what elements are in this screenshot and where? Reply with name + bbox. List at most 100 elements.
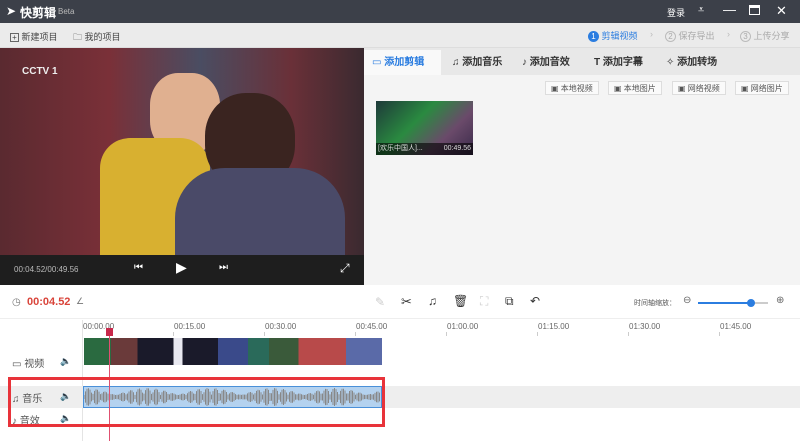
local-video-button[interactable]: ▣ 本地视频: [545, 81, 599, 95]
bell-icon[interactable]: ♫: [428, 294, 437, 308]
video-frame: CCTV 1: [0, 48, 364, 255]
menu-icon[interactable]: ⩡: [698, 4, 704, 17]
edit-time-icon[interactable]: ∠: [76, 296, 84, 307]
tab-label: 添加音乐: [462, 57, 503, 68]
media-clip-thumbnail[interactable]: [欢乐中国人]... 00:49.56: [376, 101, 473, 155]
my-projects-label: 我的项目: [84, 32, 121, 42]
crop-icon[interactable]: ⛶: [480, 294, 488, 309]
image-file-icon: ▣: [614, 84, 622, 93]
tab-add-subtitle[interactable]: T 添加字幕: [586, 50, 643, 75]
transition-icon: ✧: [666, 57, 675, 68]
zoom-slider-handle[interactable]: [746, 299, 755, 307]
online-video-button[interactable]: ▣ 网络视频: [672, 81, 726, 95]
tab-add-music[interactable]: ♫ 添加音乐: [444, 50, 502, 75]
copy-icon[interactable]: ⧉: [505, 294, 514, 309]
ruler-tick: 00:45.00: [356, 322, 388, 331]
online-image-button[interactable]: ▣ 网络图片: [735, 81, 789, 95]
new-project-button[interactable]: + 新建项目: [10, 30, 58, 43]
tab-add-clip[interactable]: ▭ 添加剪辑: [364, 50, 441, 75]
minimize-button[interactable]: —: [723, 2, 736, 17]
timeline-ruler[interactable]: 00:00.00 00:15.00 00:30.00 00:45.00 01:00.00…: [0, 320, 800, 336]
my-projects-button[interactable]: 🗀 我的项目: [73, 30, 121, 46]
scissors-icon[interactable]: ✂: [401, 294, 412, 310]
video-track-label: ▭ 视频: [12, 355, 44, 370]
button-label: 本地图片: [623, 84, 656, 93]
previous-frame-button[interactable]: ⏮: [134, 262, 143, 273]
beta-badge: Beta: [58, 7, 75, 16]
chevron-right-icon: ›: [650, 29, 653, 39]
fullscreen-button[interactable]: ⤢: [340, 261, 350, 276]
step-label: 剪辑视频: [601, 31, 638, 41]
ruler-tick: 00:30.00: [265, 322, 297, 331]
pencil-icon[interactable]: ✎: [375, 295, 385, 309]
play-button[interactable]: ▶: [176, 259, 187, 276]
channel-logo: CCTV 1: [22, 66, 58, 77]
next-frame-button[interactable]: ⏭: [219, 262, 228, 273]
speaker-icon[interactable]: 🔈: [60, 356, 71, 367]
step-1: 1 剪辑视频: [588, 29, 638, 42]
tab-label: 添加音效: [529, 57, 570, 68]
media-panel: ▭ 添加剪辑 ♫ 添加音乐 ♪ 添加音效 T 添加字幕 ✧ 添加转场 ▣ 本地视…: [364, 48, 800, 285]
zoom-in-button[interactable]: ⊕: [776, 295, 784, 306]
chevron-right-icon: ›: [727, 29, 730, 39]
tab-label: 添加剪辑: [384, 57, 425, 68]
clip-caption: [欢乐中国人]... 00:49.56: [376, 143, 473, 155]
clip-name: [欢乐中国人]...: [378, 145, 423, 152]
tab-add-sound-effect[interactable]: ♪ 添加音效: [514, 50, 570, 75]
new-project-label: 新建项目: [21, 32, 58, 42]
ruler-tick: 01:30.00: [629, 322, 661, 331]
step-number: 1: [588, 31, 599, 42]
sound-effect-icon: ♪: [522, 57, 527, 68]
tab-add-transition[interactable]: ✧ 添加转场: [658, 50, 717, 75]
logo-icon: ➤: [6, 4, 17, 18]
player-controls: 00:04.52/00:49.56 ⏮ ▶ ⏭ ⤢: [0, 255, 364, 285]
step-3: 3 上传分享: [740, 29, 790, 42]
video-clip[interactable]: [84, 338, 382, 365]
video-preview[interactable]: CCTV 1 00:04.52/00:49.56 ⏮ ▶ ⏭ ⤢: [0, 48, 364, 285]
zoom-label: 时间轴缩放：: [634, 300, 676, 307]
local-image-button[interactable]: ▣ 本地图片: [608, 81, 662, 95]
delete-icon[interactable]: 🗑: [453, 294, 468, 308]
tab-label: 添加字幕: [602, 57, 643, 68]
button-label: 本地视频: [560, 84, 593, 93]
text-icon: T: [594, 57, 601, 68]
plus-box-icon: +: [10, 33, 19, 42]
step-number: 3: [740, 31, 751, 42]
ruler-tick: 00:15.00: [174, 322, 206, 331]
playback-time: 00:04.52/00:49.56: [14, 265, 79, 274]
ruler-tick: 01:15.00: [538, 322, 570, 331]
timeline-toolbar: ◷ 00:04.52 ∠ ✎ ✂ ♫ 🗑 ⛶ ⧉ ↶ 时间轴缩放： ⊖ ⊕: [0, 288, 800, 318]
highlight-box: [8, 377, 385, 427]
step-number: 2: [665, 31, 676, 42]
online-image-icon: ▣: [741, 84, 749, 93]
track-name: 视频: [24, 359, 45, 370]
clip-duration: 00:49.56: [443, 145, 471, 152]
close-button[interactable]: ✕: [776, 3, 787, 19]
title-bar: ➤ 快剪辑 Beta 登录 ⩡ — ✕: [0, 0, 800, 23]
video-icon: ▭: [12, 359, 22, 370]
playhead-handle[interactable]: [106, 328, 113, 336]
app-title: 快剪辑: [20, 6, 57, 20]
music-icon: ♫: [452, 57, 460, 68]
ruler-tick: 01:00.00: [447, 322, 479, 331]
main-toolbar: + 新建项目 🗀 我的项目 1 剪辑视频 › 2 保存导出 › 3 上传分享: [0, 23, 800, 48]
zoom-out-button[interactable]: ⊖: [683, 295, 691, 306]
zoom-slider[interactable]: [698, 299, 768, 307]
step-2: 2 保存导出: [665, 29, 715, 42]
woman-body: [175, 168, 345, 255]
video-file-icon: ▣: [551, 84, 559, 93]
tab-label: 添加转场: [677, 57, 718, 68]
undo-icon[interactable]: ↶: [530, 294, 540, 308]
zoom-slider-fill: [698, 302, 751, 304]
folder-icon: 🗀: [73, 32, 83, 42]
button-label: 网络图片: [750, 84, 783, 93]
video-icon: ▭: [372, 57, 382, 68]
ruler-tick: 01:45.00: [720, 322, 752, 331]
online-video-icon: ▣: [678, 84, 686, 93]
step-label: 上传分享: [753, 31, 790, 41]
login-button[interactable]: 登录: [667, 6, 685, 19]
divider: [0, 318, 800, 319]
button-label: 网络视频: [687, 84, 720, 93]
clock-icon: ◷: [12, 297, 21, 308]
maximize-button[interactable]: [749, 5, 760, 15]
